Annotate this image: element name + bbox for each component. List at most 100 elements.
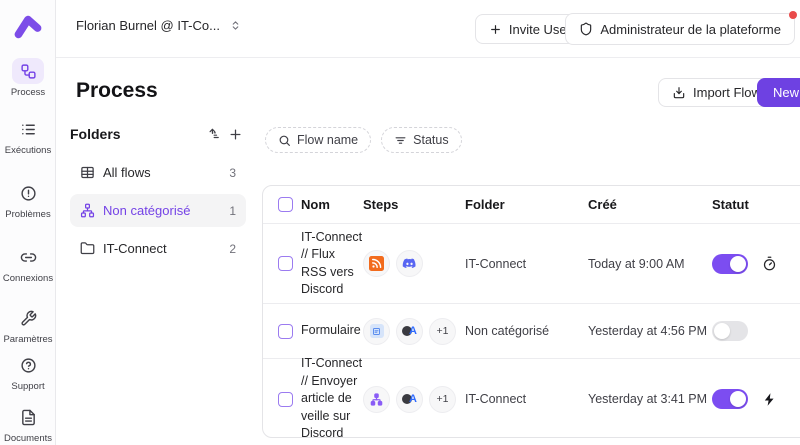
help-circle-icon [12, 352, 44, 378]
sidebar-item-process[interactable]: Process [0, 58, 56, 98]
network-icon [80, 203, 95, 218]
flow-folder: IT-Connect [465, 392, 588, 406]
folder-item-it-connect[interactable]: IT-Connect 2 [70, 232, 246, 265]
more-steps-badge: +1 [429, 318, 456, 345]
sidebar-item-label: Problèmes [5, 209, 50, 220]
sidebar-item-documents[interactable]: Documents [0, 404, 56, 444]
ai-icon: A [396, 386, 423, 413]
folder-count: 1 [229, 204, 236, 218]
filter-bar: Flow name Status [265, 127, 462, 153]
folder-count: 2 [229, 242, 236, 256]
platform-admin-button[interactable]: Administrateur de la plateforme [565, 13, 795, 45]
plus-icon [228, 127, 243, 142]
rss-icon [363, 250, 390, 277]
flows-table: Nom Steps Folder Créé Statut IT-Connect … [262, 185, 800, 438]
sidebar-item-label: Support [11, 381, 44, 392]
column-header-name: Nom [301, 197, 363, 212]
folder-item-non-categorise[interactable]: Non catégorisé 1 [70, 194, 246, 227]
alert-circle-icon [12, 180, 44, 206]
app-logo[interactable] [0, 10, 56, 44]
folder-item-all-flows[interactable]: All flows 3 [70, 156, 246, 189]
table-header-row: Nom Steps Folder Créé Statut [263, 186, 800, 224]
select-all-checkbox[interactable] [278, 197, 293, 212]
status-filter[interactable]: Status [381, 127, 461, 153]
flow-status-toggle[interactable] [712, 254, 748, 274]
wrench-icon [12, 305, 44, 331]
folders-header: Folders [70, 122, 246, 146]
link-icon [12, 244, 44, 270]
shield-icon [579, 22, 593, 36]
flow-folder: IT-Connect [465, 257, 588, 271]
discord-icon [396, 250, 423, 277]
new-flow-button[interactable]: New Flow [757, 78, 800, 107]
folder-icon [80, 241, 95, 256]
forms-icon [363, 318, 390, 345]
instant-trigger-icon [762, 392, 777, 407]
sidebar-item-label: Connexions [3, 273, 53, 284]
top-bar: Florian Burnel @ IT-Co... Invite User Ad… [56, 0, 800, 58]
table-row[interactable]: Formulaire A +1 Non catégorisé Yesterday… [263, 304, 800, 359]
row-checkbox[interactable] [278, 256, 293, 271]
import-flow-label: Import Flow [693, 85, 761, 100]
activepieces-logo-icon [11, 10, 45, 44]
row-checkbox[interactable] [278, 324, 293, 339]
sidebar-item-problems[interactable]: Problèmes [0, 180, 56, 220]
folder-count: 3 [229, 166, 236, 180]
invite-user-label: Invite User [509, 22, 571, 37]
flow-folder: Non catégorisé [465, 324, 588, 338]
flow-name: IT-Connect // Flux RSS vers Discord [301, 229, 363, 299]
folder-item-label: All flows [103, 165, 151, 180]
sidebar-item-label: Process [11, 87, 45, 98]
row-checkbox[interactable] [278, 392, 293, 407]
sidebar-item-support[interactable]: Support [0, 352, 56, 392]
column-header-status: Statut [712, 197, 800, 212]
flow-created: Yesterday at 3:41 PM [588, 392, 712, 406]
folders-panel: Folders All flows 3 Non catégorisé 1 IT-… [70, 122, 246, 265]
add-folder-button[interactable] [224, 123, 246, 145]
table-icon [80, 165, 95, 180]
notification-dot [789, 11, 797, 19]
list-icon [12, 116, 44, 142]
sort-icon [206, 127, 220, 141]
table-row[interactable]: IT-Connect // Envoyer article de veille … [263, 359, 800, 438]
subflow-icon [363, 386, 390, 413]
project-selector-label: Florian Burnel @ IT-Co... [76, 18, 220, 33]
sidebar-item-connections[interactable]: Connexions [0, 244, 56, 284]
schedule-trigger-icon [762, 256, 777, 271]
project-selector[interactable]: Florian Burnel @ IT-Co... [76, 18, 241, 33]
document-icon [12, 404, 44, 430]
left-rail: Process Exécutions Problèmes Connexions … [0, 0, 56, 445]
table-row[interactable]: IT-Connect // Flux RSS vers Discord IT-C… [263, 224, 800, 304]
more-steps-badge: +1 [429, 386, 456, 413]
new-flow-label: New Flow [773, 85, 800, 100]
flow-name-filter[interactable]: Flow name [265, 127, 371, 153]
flow-created: Yesterday at 4:56 PM [588, 324, 712, 338]
flow-status-toggle[interactable] [712, 321, 748, 341]
column-header-steps: Steps [363, 197, 465, 212]
sidebar-item-label: Documents [4, 433, 52, 444]
sidebar-item-executions[interactable]: Exécutions [0, 116, 56, 156]
sidebar-item-settings[interactable]: Paramètres [0, 305, 56, 345]
platform-admin-label: Administrateur de la plateforme [600, 22, 781, 37]
folder-item-label: IT-Connect [103, 241, 167, 256]
flow-name: IT-Connect // Envoyer article de veille … [301, 355, 363, 438]
page-title: Process [76, 79, 158, 103]
ai-icon: A [396, 318, 423, 345]
flow-name-filter-label: Flow name [297, 133, 358, 147]
chevrons-up-down-icon [230, 20, 241, 31]
search-icon [278, 134, 291, 147]
flow-name: Formulaire [301, 322, 363, 340]
sidebar-item-label: Paramètres [3, 334, 52, 345]
folders-title: Folders [70, 126, 202, 142]
import-icon [672, 86, 686, 100]
status-filter-label: Status [413, 133, 448, 147]
folder-item-label: Non catégorisé [103, 203, 190, 218]
column-header-folder: Folder [465, 197, 588, 212]
flow-created: Today at 9:00 AM [588, 257, 712, 271]
sort-folders-button[interactable] [202, 123, 224, 145]
column-header-created: Créé [588, 197, 712, 212]
plus-icon [489, 23, 502, 36]
flow-status-toggle[interactable] [712, 389, 748, 409]
sidebar-item-label: Exécutions [5, 145, 51, 156]
workflow-icon [12, 58, 44, 84]
